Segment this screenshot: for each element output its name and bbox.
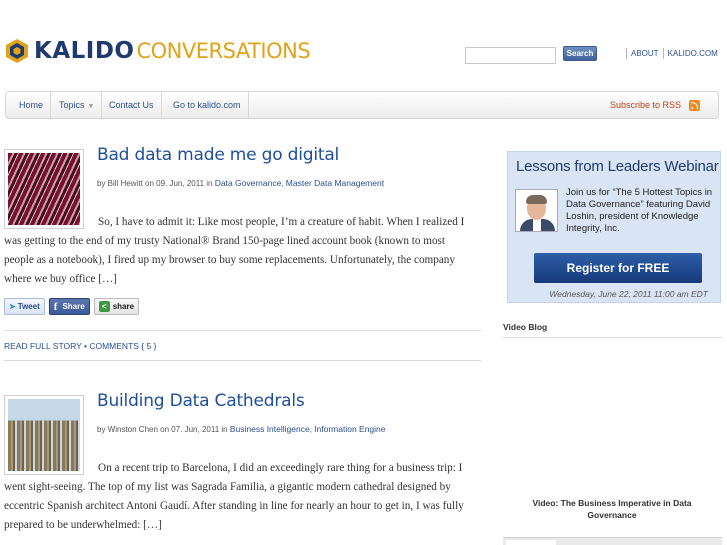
webinar-banner[interactable]: Lessons from Leaders Webinar Join us for… xyxy=(507,151,721,303)
site-logo[interactable]: KALIDO CONVERSATIONS xyxy=(4,37,311,65)
tweet-label: Tweet xyxy=(17,302,40,311)
search-input[interactable] xyxy=(465,47,556,64)
hexagon-logo-icon xyxy=(6,39,28,63)
nav-goto-label: Go to kalido.com xyxy=(173,100,241,110)
nav-contact-label: Contact Us xyxy=(109,100,154,110)
post-divider xyxy=(4,330,481,331)
photo-shirt xyxy=(533,219,541,231)
twitter-bird-icon: ➤ xyxy=(9,302,16,311)
logo-text-kalido: KALIDO xyxy=(34,38,135,64)
facebook-icon: f xyxy=(53,300,58,313)
rss-icon xyxy=(689,99,700,111)
top-links: ABOUT KALIDO.COM xyxy=(622,48,718,59)
post-divider xyxy=(4,360,481,361)
post-links: READ FULL STORY • COMMENTS { 5 } xyxy=(4,341,157,351)
post-excerpt-text: So, I have to admit it: Like most people… xyxy=(4,216,465,285)
category-link[interactable]: Business Intelligence xyxy=(230,424,310,434)
register-button[interactable]: Register for FREE xyxy=(534,253,702,283)
post-meta: by Winston Chen on 07. Jun, 2011 in Busi… xyxy=(97,424,386,434)
category-link[interactable]: Master Data Management xyxy=(286,178,384,188)
sidebar-divider xyxy=(503,337,722,338)
webinar-date: Wednesday, June 22, 2011 11:00 am EDT xyxy=(549,289,708,299)
fb-share-label: Share xyxy=(62,302,85,311)
tweet-button[interactable]: ➤ Tweet xyxy=(4,298,45,315)
share-buttons: ➤ Tweet f Share < share xyxy=(4,298,140,315)
nav-topics-label: Topics xyxy=(59,100,85,110)
facebook-share-button[interactable]: f Share xyxy=(48,298,90,315)
share-button[interactable]: < share xyxy=(93,298,140,315)
about-link[interactable]: ABOUT xyxy=(631,49,659,58)
link-separator xyxy=(662,48,664,59)
main-navigation: Home Topics ▼ Contact Us Go to kalido.com… xyxy=(5,91,719,119)
nav-contact-us[interactable]: Contact Us xyxy=(102,92,162,118)
video-caption-link[interactable]: Video: The Business Imperative in Data G… xyxy=(512,497,712,521)
speaker-photo xyxy=(515,189,558,232)
post-excerpt-text: On a recent trip to Barcelona, I did an … xyxy=(4,462,464,531)
logo-text-conversations: CONVERSATIONS xyxy=(136,39,311,63)
category-link[interactable]: Data Governance xyxy=(215,178,282,188)
webinar-title: Lessons from Leaders Webinar xyxy=(516,158,719,175)
post-excerpt: On a recent trip to Barcelona, I did an … xyxy=(4,459,476,535)
nav-go-to-kalido[interactable]: Go to kalido.com xyxy=(166,92,249,118)
search-button[interactable]: Search xyxy=(563,46,597,61)
link-separator xyxy=(626,48,627,59)
share-icon: < xyxy=(98,301,110,312)
category-link[interactable]: Information Engine xyxy=(314,424,385,434)
post-byline: by Winston Chen on 07. Jun, 2011 in xyxy=(97,425,228,434)
dropdown-caret-icon: ▼ xyxy=(87,103,95,110)
rss-label: Subscribe to RSS xyxy=(609,100,681,110)
subscribe-rss-link[interactable]: Subscribe to RSS xyxy=(610,92,700,118)
share-label: share xyxy=(112,302,135,311)
post-title-link[interactable]: Building Data Cathedrals xyxy=(97,391,305,411)
nav-home[interactable]: Home xyxy=(13,92,52,118)
kalido-com-link[interactable]: KALIDO.COM xyxy=(668,49,718,58)
post-byline: by Bill Hewitt on 09. Jun, 2011 in xyxy=(97,179,213,188)
video-blog-heading: Video Blog xyxy=(503,322,548,332)
read-full-story-link[interactable]: READ FULL STORY xyxy=(4,341,82,351)
video-widget-tab[interactable] xyxy=(506,540,556,545)
comments-link[interactable]: COMMENTS { 5 } xyxy=(89,341,156,351)
video-widget-bar xyxy=(503,537,722,545)
post-excerpt: So, I have to admit it: Like most people… xyxy=(4,213,476,289)
photo-hair xyxy=(526,195,547,204)
post-meta: by Bill Hewitt on 09. Jun, 2011 in Data … xyxy=(97,178,385,188)
nav-home-label: Home xyxy=(19,100,44,110)
nav-topics[interactable]: Topics ▼ xyxy=(52,92,103,118)
webinar-description: Join us for “The 5 Hottest Topics in Dat… xyxy=(566,187,713,234)
post-title-link[interactable]: Bad data made me go digital xyxy=(97,145,339,165)
